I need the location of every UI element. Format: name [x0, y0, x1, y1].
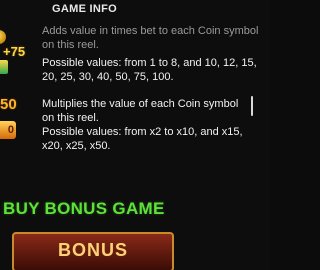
coin-symbol-description: Adds value in times bet to each Coin sym… [42, 25, 259, 51]
gold-coin-icon [0, 30, 6, 44]
buy-bonus-button-label: BONUS [57, 240, 128, 260]
green-symbol-icon [0, 60, 8, 74]
coin-value-label: +75 [3, 44, 26, 59]
multiplier-value-label: 50 [0, 96, 17, 113]
page-title: GAME INFO [52, 3, 118, 15]
game-info-panel: GAME INFO +75 Adds value in times bet to… [0, 0, 270, 270]
buy-bonus-title: BUY BONUS GAME [3, 199, 165, 218]
multiplier-description: Multiplies the value of each Coin symbol… [42, 98, 239, 124]
multiplier-icon: 0 [0, 121, 16, 139]
multiplier-possible-values: Possible values: from x2 to x10, and x15… [42, 126, 243, 152]
buy-bonus-button[interactable]: BONUS [12, 232, 174, 270]
coin-symbol-possible-values: Possible values: from 1 to 8, and 10, 12… [42, 57, 257, 83]
scrollbar[interactable] [251, 96, 253, 116]
